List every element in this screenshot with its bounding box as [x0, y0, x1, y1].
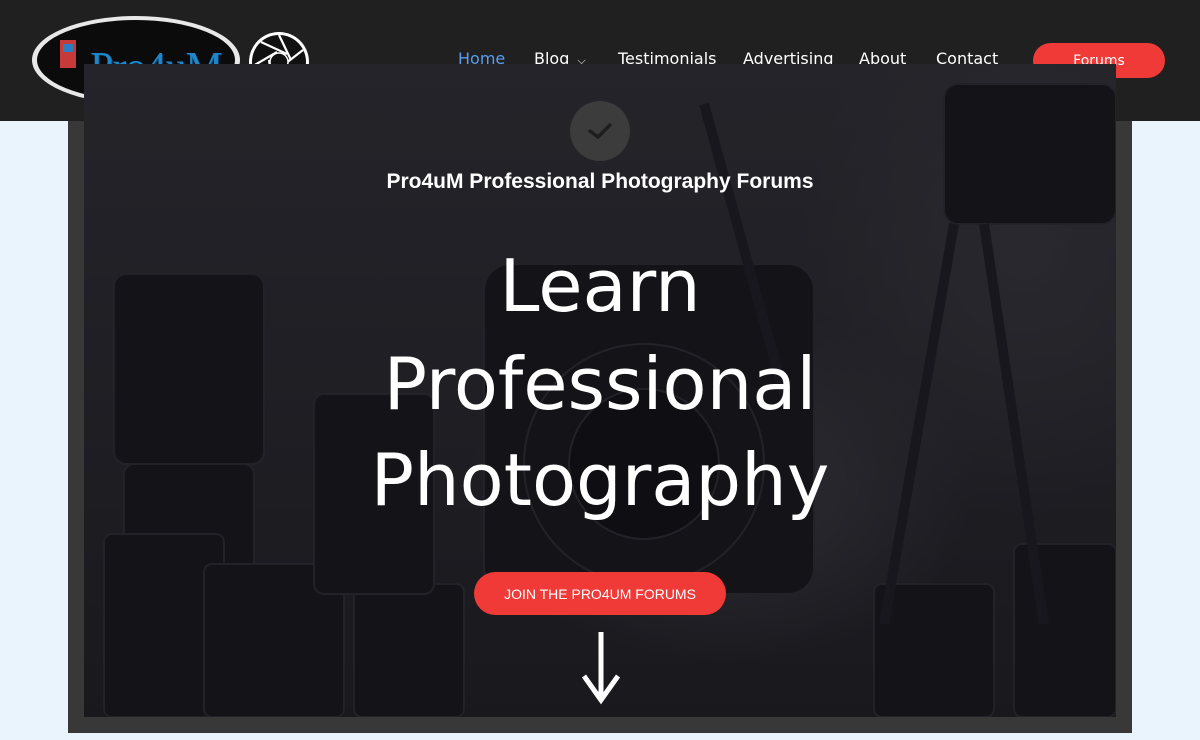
join-forums-button[interactable]: JOIN THE PRO4UM FORUMS	[474, 572, 726, 615]
hero-tagline: Pro4uM Professional Photography Forums	[386, 170, 814, 193]
down-arrow-icon[interactable]	[581, 630, 621, 706]
hero-section: Pro4uM Professional Photography Forums L…	[84, 64, 1116, 717]
checkmark-icon	[570, 101, 630, 161]
hero-headline-line-1: Learn	[499, 244, 701, 328]
hero-headline-line-3: Photography	[370, 438, 830, 522]
hero-headline-line-2: Professional	[383, 342, 817, 426]
